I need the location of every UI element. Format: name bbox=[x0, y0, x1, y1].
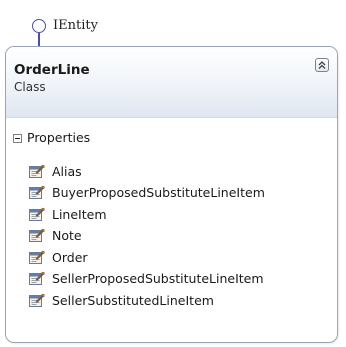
class-diagram: IEntity OrderLine Class Properties Alias… bbox=[0, 0, 346, 347]
double-chevron-up-icon bbox=[318, 61, 326, 69]
property-label: SellerSubstitutedLineItem bbox=[52, 292, 214, 308]
property-label: BuyerProposedSubstituteLineItem bbox=[52, 185, 265, 201]
class-stereotype: Class bbox=[14, 80, 46, 94]
properties-compartment-header[interactable]: Properties bbox=[13, 129, 90, 147]
property-label: LineItem bbox=[52, 206, 107, 222]
properties-list: Alias BuyerProposedSubstituteLineItem Li bbox=[28, 161, 265, 312]
property-wrench-icon bbox=[29, 293, 45, 307]
property-wrench-icon bbox=[29, 250, 45, 264]
property-item-note[interactable]: Note bbox=[28, 226, 265, 248]
property-item-sellerproposedsubstitutelineitem[interactable]: SellerProposedSubstituteLineItem bbox=[28, 269, 265, 291]
property-wrench-icon bbox=[29, 272, 45, 286]
property-item-buyerproposedsubstitutelineitem[interactable]: BuyerProposedSubstituteLineItem bbox=[28, 183, 265, 205]
class-header[interactable]: OrderLine Class bbox=[6, 47, 337, 118]
property-wrench-icon bbox=[29, 186, 45, 200]
property-label: Alias bbox=[52, 163, 82, 179]
interface-name[interactable]: IEntity bbox=[53, 18, 98, 34]
property-item-alias[interactable]: Alias bbox=[28, 161, 265, 183]
properties-title: Properties bbox=[27, 130, 91, 145]
property-label: Order bbox=[52, 249, 88, 265]
property-item-lineitem[interactable]: LineItem bbox=[28, 204, 265, 226]
property-label: SellerProposedSubstituteLineItem bbox=[52, 271, 264, 287]
collapse-button[interactable] bbox=[315, 58, 329, 72]
minus-box-icon[interactable] bbox=[13, 133, 22, 143]
class-shape-orderline[interactable]: OrderLine Class Properties Alias BuyerPr… bbox=[5, 46, 338, 343]
class-name[interactable]: OrderLine bbox=[14, 62, 90, 79]
property-item-sellersubstitutedlineitem[interactable]: SellerSubstitutedLineItem bbox=[28, 290, 265, 312]
property-wrench-icon bbox=[29, 207, 45, 221]
property-item-order[interactable]: Order bbox=[28, 247, 265, 269]
property-wrench-icon bbox=[29, 164, 45, 178]
property-wrench-icon bbox=[29, 229, 45, 243]
interface-lollipop-icon[interactable] bbox=[32, 19, 46, 33]
interface-connector-line bbox=[38, 33, 40, 47]
property-label: Note bbox=[52, 228, 82, 244]
